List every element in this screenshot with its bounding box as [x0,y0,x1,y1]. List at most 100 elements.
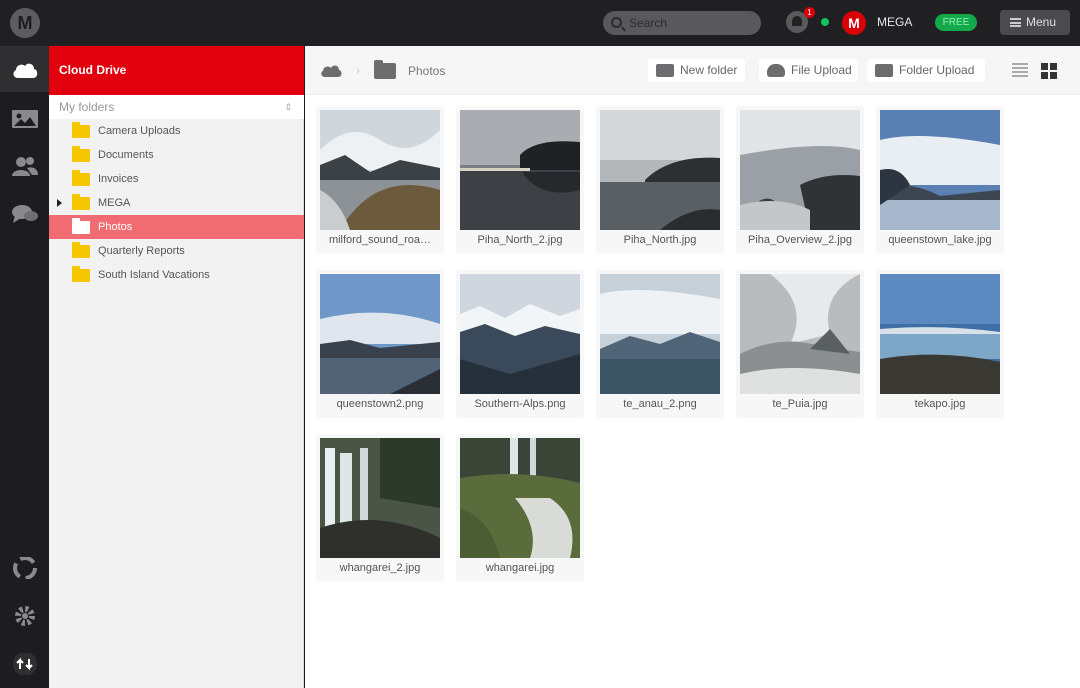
nav-transfers[interactable] [0,640,49,686]
file-name: whangarei_2.jpg [339,562,421,574]
nav-contacts[interactable] [0,142,49,188]
tree-folder-item[interactable]: MEGA [49,191,304,215]
tree-folder-item[interactable]: Invoices [49,167,304,191]
tree-folder-label: Photos [98,221,133,233]
nav-photos[interactable] [0,94,49,140]
sort-icon[interactable]: ⇕ [284,95,292,119]
folder-upload-label: Folder Upload [899,63,975,77]
breadcrumb-separator: › [356,63,360,77]
file-tile[interactable]: Piha_Overview_2.jpg [736,106,864,254]
folder-icon [72,122,90,138]
tree-folder-label: Camera Uploads [98,125,181,137]
toolbar: › Photos New folder File Upload Folder U… [305,46,1080,95]
tree-folder-item[interactable]: Quarterly Reports [49,239,304,263]
nav-rubbish-bin[interactable] [0,544,49,590]
file-tile[interactable]: Piha_North.jpg [596,106,724,254]
new-folder-button[interactable]: New folder [648,59,745,82]
file-tile[interactable]: tekapo.jpg [876,270,1004,418]
hamburger-icon [1010,18,1021,27]
file-thumbnail[interactable] [600,110,720,230]
tree-folder-item[interactable]: Documents [49,143,304,167]
folder-tree-panel: Cloud Drive My folders ⇕ Camera Uploads D… [49,46,304,688]
breadcrumb-cloud-icon[interactable] [320,64,342,77]
new-folder-label: New folder [680,63,738,77]
menu-button[interactable]: Menu [1000,10,1070,35]
left-nav-rail [0,46,49,688]
file-thumbnail[interactable] [740,274,860,394]
contacts-icon [12,157,38,176]
breadcrumb-folder-icon [374,60,396,79]
file-name: te_anau_2.png [623,398,697,410]
new-folder-icon [656,64,674,77]
file-name: whangarei.jpg [485,562,555,574]
folder-icon [72,146,90,162]
user-name[interactable]: MEGA [877,15,912,29]
online-status-dot [821,18,829,26]
file-tile[interactable]: te_anau_2.png [596,270,724,418]
tree-folder-label: Quarterly Reports [98,245,185,257]
my-folders-header[interactable]: My folders ⇕ [49,95,304,119]
file-tile[interactable]: queenstown_lake.jpg [876,106,1004,254]
file-name: Piha_Overview_2.jpg [748,234,852,246]
file-thumbnail[interactable] [320,110,440,230]
nav-cloud-drive[interactable] [0,46,49,92]
cloud-drive-header[interactable]: Cloud Drive [49,46,304,95]
file-tile[interactable]: whangarei.jpg [456,434,584,582]
file-tile[interactable]: Southern-Alps.png [456,270,584,418]
search-placeholder: Search [629,16,668,30]
tree-folder-label: South Island Vacations [98,269,210,281]
file-thumbnail[interactable] [740,110,860,230]
file-tile[interactable]: milford_sound_roa… [316,106,444,254]
folder-icon [72,194,90,210]
folder-upload-icon [875,64,893,77]
file-name: queenstown_lake.jpg [888,234,992,246]
expand-arrow-icon[interactable] [57,199,62,207]
file-tile[interactable]: whangarei_2.jpg [316,434,444,582]
file-tile[interactable]: queenstown2.png [316,270,444,418]
folder-icon [72,218,90,234]
file-name: Piha_North_2.jpg [477,234,563,246]
search-icon [611,17,622,28]
plan-badge[interactable]: FREE [935,14,977,31]
user-avatar[interactable]: M [842,11,866,35]
mega-logo[interactable]: M [10,8,40,38]
file-tile[interactable]: Piha_North_2.jpg [456,106,584,254]
my-folders-label: My folders [59,100,115,114]
file-thumbnail[interactable] [600,274,720,394]
file-thumbnail[interactable] [320,438,440,558]
folder-upload-button[interactable]: Folder Upload [867,59,985,82]
nav-chat[interactable] [0,190,49,236]
file-thumbnail[interactable] [880,110,1000,230]
file-upload-icon [767,64,785,77]
file-thumbnail[interactable] [460,110,580,230]
tree-folder-item[interactable]: Photos [49,215,304,239]
notification-count-badge: 1 [804,7,815,18]
breadcrumb-current[interactable]: Photos [408,64,445,78]
file-name: tekapo.jpg [914,398,966,410]
tree-folder-item[interactable]: Camera Uploads [49,119,304,143]
photos-icon [12,110,38,128]
mega-app-window: M Search 1 M MEGA FREE Menu Cloud Drive … [0,0,1080,688]
search-input[interactable]: Search [603,11,761,35]
cloud-icon [13,63,38,78]
recycle-icon [13,557,37,579]
file-thumbnail[interactable] [460,438,580,558]
folder-icon [72,242,90,258]
grid-view-icon[interactable] [1041,63,1057,79]
file-thumbnail[interactable] [320,274,440,394]
file-tile[interactable]: te_Puia.jpg [736,270,864,418]
file-thumbnail[interactable] [880,274,1000,394]
file-name: queenstown2.png [336,398,424,410]
list-view-icon[interactable] [1012,63,1028,77]
tree-folder-label: MEGA [98,197,131,209]
tree-folder-label: Invoices [98,173,139,185]
chat-icon [12,205,38,223]
folder-icon [72,170,90,186]
nav-settings[interactable] [0,592,49,638]
gear-icon [15,606,35,626]
tree-folder-label: Documents [98,149,154,161]
tree-folder-item[interactable]: South Island Vacations [49,263,304,287]
file-upload-button[interactable]: File Upload [759,59,858,82]
file-thumbnail[interactable] [460,274,580,394]
folder-icon [72,266,90,282]
